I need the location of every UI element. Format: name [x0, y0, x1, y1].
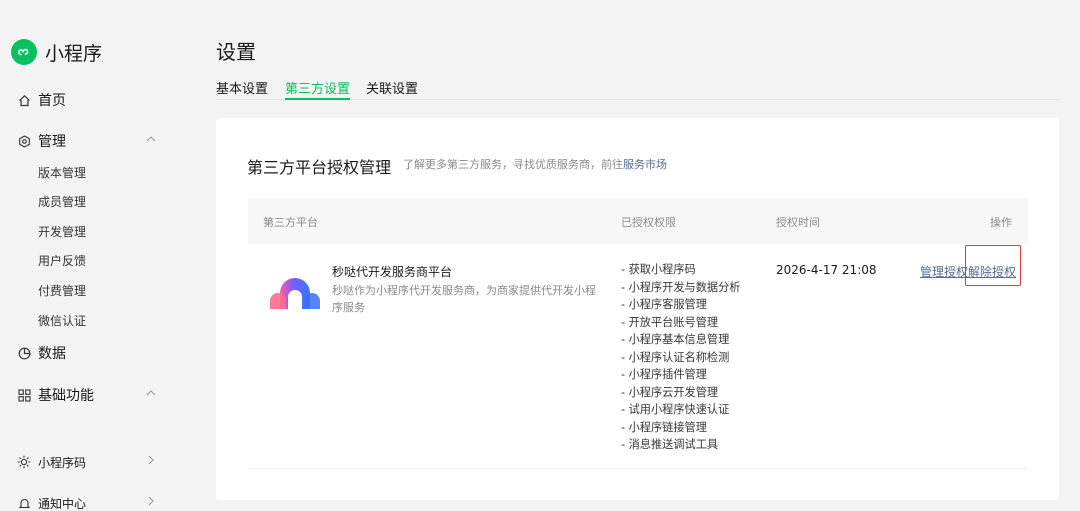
- sidebar-item-label: 小程序码: [38, 455, 87, 470]
- platform-name: 秒哒代开发服务商平台: [332, 265, 453, 279]
- list-item: - 小程序链接管理: [621, 420, 707, 434]
- column-header-actions: 操作: [990, 216, 1012, 229]
- sidebar-item-basic-functions[interactable]: 基础功能: [17, 384, 157, 406]
- list-item: - 小程序插件管理: [621, 368, 707, 381]
- sun-icon: [17, 455, 31, 469]
- row-divider: [248, 468, 1028, 469]
- list-item: - 小程序云开发管理: [621, 385, 719, 399]
- sidebar-item-label: 基础功能: [38, 388, 94, 404]
- list-item: - 试用小程序快速认证: [621, 403, 730, 416]
- highlight-box: [965, 245, 1021, 286]
- sidebar-item-home[interactable]: 首页: [17, 89, 157, 111]
- card-hint: 了解更多第三方服务，寻找优质服务商，前往服务市场: [403, 156, 667, 172]
- page-title: 设置: [216, 40, 256, 64]
- hint-text: 了解更多第三方服务，寻找优质服务商，前往: [403, 158, 623, 171]
- sidebar-subitem-payment[interactable]: 付费管理: [38, 282, 86, 300]
- list-item: - 小程序认证名称检测: [621, 350, 730, 364]
- mini-program-logo-icon: [11, 39, 37, 65]
- grid-icon: [17, 388, 31, 402]
- sidebar: 小程序 首页 管理 版本管理 成员管理 开发管理 用户反馈 付费管理 微信认证 …: [0, 0, 176, 511]
- pie-chart-icon: [17, 346, 31, 360]
- column-header-auth-time: 授权时间: [776, 216, 820, 229]
- tab-basic-settings[interactable]: 基本设置: [216, 78, 268, 100]
- sidebar-subitem-certification[interactable]: 微信认证: [38, 312, 86, 330]
- sidebar-item-manage[interactable]: 管理: [17, 130, 157, 152]
- list-item: - 小程序开发与数据分析: [621, 280, 741, 294]
- settings-tabs: 基本设置 第三方设置 关联设置: [216, 78, 1060, 100]
- service-market-link[interactable]: 服务市场: [623, 158, 667, 171]
- sidebar-item-label: 首页: [38, 93, 66, 109]
- manage-authorization-link[interactable]: 管理授权: [920, 263, 968, 280]
- chevron-up-icon[interactable]: [145, 387, 157, 403]
- chevron-up-icon[interactable]: [145, 133, 157, 149]
- chevron-right-icon[interactable]: [145, 454, 157, 470]
- sidebar-item-label: 通知中心: [38, 496, 87, 511]
- sidebar-item-label: 管理: [38, 134, 66, 150]
- chevron-right-icon[interactable]: [145, 495, 157, 511]
- column-header-platform: 第三方平台: [263, 216, 318, 229]
- authorization-time: 2026-4-17 21:08: [776, 263, 877, 277]
- tab-third-party-settings[interactable]: 第三方设置: [285, 78, 351, 100]
- sidebar-subitem-development[interactable]: 开发管理: [38, 223, 86, 241]
- tab-linked-settings[interactable]: 关联设置: [366, 78, 418, 100]
- sidebar-item-data[interactable]: 数据: [17, 342, 157, 364]
- platform-description: 秒哒作为小程序代开发服务商，为商家提供代开发小程序服务: [332, 284, 596, 314]
- list-item: - 获取小程序码: [621, 263, 696, 276]
- table-header: 第三方平台 已授权权限 授权时间 操作: [248, 198, 1028, 244]
- list-item: - 开放平台账号管理: [621, 315, 719, 329]
- permission-list: - 获取小程序码 - 小程序开发与数据分析 - 小程序客服管理 - 开放平台账号…: [621, 261, 740, 454]
- home-icon: [17, 93, 31, 107]
- list-item: - 小程序基本信息管理: [621, 333, 730, 346]
- list-item: - 消息推送调试工具: [621, 438, 719, 451]
- sidebar-item-label: 数据: [38, 346, 66, 362]
- sidebar-item-qrcode[interactable]: 小程序码: [17, 451, 157, 473]
- column-header-permissions: 已授权权限: [621, 216, 676, 229]
- card-title: 第三方平台授权管理: [247, 158, 392, 177]
- third-party-auth-card: 第三方平台授权管理 了解更多第三方服务，寻找优质服务商，前往服务市场 第三方平台…: [216, 118, 1059, 500]
- miaoda-logo-icon: [270, 278, 320, 309]
- sidebar-subitem-members[interactable]: 成员管理: [38, 193, 86, 211]
- app-name: 小程序: [45, 42, 103, 65]
- app-logo[interactable]: 小程序: [11, 38, 102, 66]
- bell-icon: [17, 496, 31, 510]
- sidebar-subitem-feedback[interactable]: 用户反馈: [38, 252, 86, 270]
- sidebar-subitem-version[interactable]: 版本管理: [38, 164, 86, 182]
- settings-hex-icon: [17, 134, 31, 148]
- sidebar-item-notifications[interactable]: 通知中心: [17, 492, 157, 511]
- list-item: - 小程序客服管理: [621, 298, 707, 311]
